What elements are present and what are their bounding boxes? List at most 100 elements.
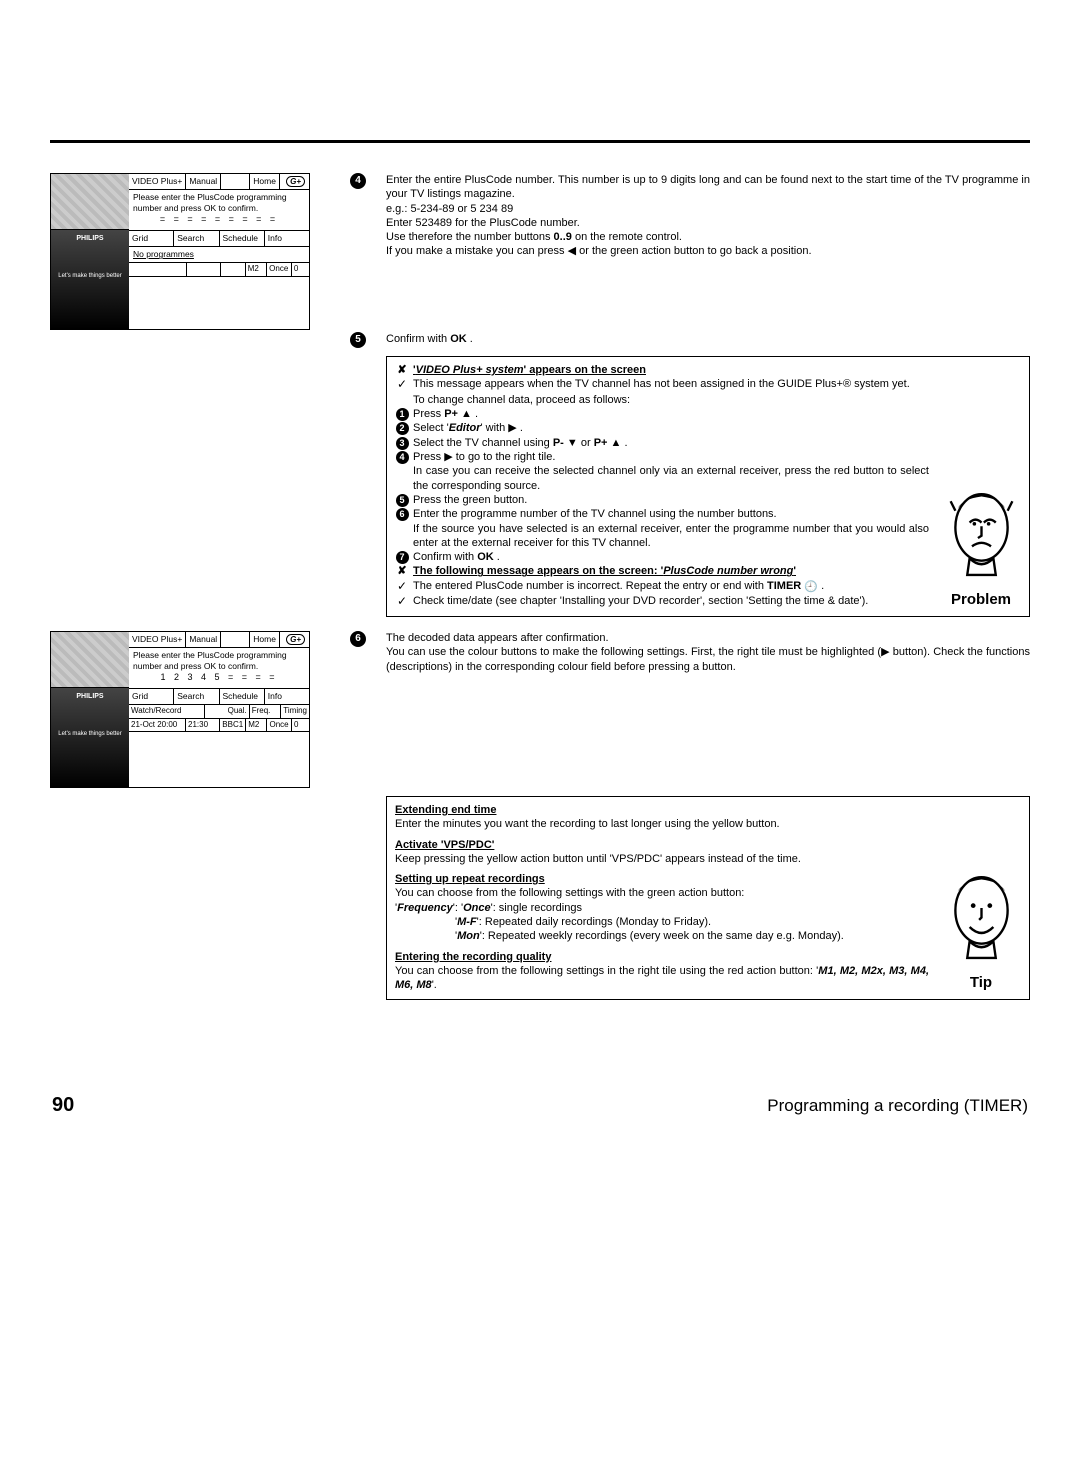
- osd-cell: M2: [246, 719, 267, 731]
- problem-msg: This message appears when the TV channel…: [413, 377, 929, 391]
- osd-ad-panel: PHILIPS Let's make things better: [51, 230, 129, 329]
- guideplus-logo: G+: [286, 634, 305, 645]
- step4-mistake: If you make a mistake you can press ◀ or…: [386, 244, 1030, 258]
- guideplus-logo: G+: [286, 176, 305, 187]
- osd-hdr: Timing: [281, 705, 309, 717]
- check-icon: ✓: [395, 594, 409, 610]
- osd-tab: Search: [174, 689, 219, 704]
- substep-5-text: Press the green button.: [413, 493, 929, 507]
- osd-tab: Info: [265, 231, 309, 246]
- osd-screenshot-2: PHILIPS Let's make things better VIDEO P…: [50, 631, 310, 788]
- step-number-6: 6: [350, 631, 366, 647]
- substep-7: 7: [396, 551, 409, 564]
- brand-label: PHILIPS: [53, 692, 127, 701]
- osd-screenshot-1: PHILIPS Let's make things better VIDEO P…: [50, 173, 310, 330]
- brand-slogan: Let's make things better: [53, 731, 127, 739]
- osd-hdr: Freq.: [250, 705, 282, 717]
- osd-entry-field: 1 2 3 4 5 = = = =: [133, 672, 305, 686]
- substep-4: 4: [396, 451, 409, 464]
- step6-text-a: The decoded data appears after confirmat…: [386, 631, 1030, 645]
- substep-7-text: Confirm with OK .: [413, 550, 929, 564]
- arrow-right-icon: ▶: [508, 422, 516, 434]
- problem-title2: The following message appears on the scr…: [413, 564, 929, 578]
- problem-checktime: Check time/date (see chapter 'Installing…: [413, 594, 929, 608]
- osd-preview-image: [51, 174, 129, 230]
- tip-frequency-mf: 'M-F': Repeated daily recordings (Monday…: [395, 915, 929, 929]
- osd-hdr: Qual.: [205, 705, 250, 717]
- osd-cell: BBC1: [220, 719, 246, 731]
- tip-heading: Activate 'VPS/PDC': [395, 839, 494, 851]
- substep-1: 1: [396, 408, 409, 421]
- osd-tab: VIDEO Plus+: [129, 632, 186, 647]
- arrow-up-icon: ▲: [458, 408, 472, 420]
- osd-no-programmes: No programmes: [129, 247, 309, 263]
- osd-tab-home: Home: [250, 632, 280, 647]
- osd-prompt: Please enter the PlusCode programming nu…: [133, 192, 287, 213]
- substep-5: 5: [396, 494, 409, 507]
- cross-icon: ✘: [395, 564, 409, 578]
- arrow-down-icon: ▼: [564, 437, 578, 449]
- step4-eg: e.g.: 5-234-89 or 5 234 89: [386, 202, 1030, 216]
- cross-icon: ✘: [395, 363, 409, 377]
- problem-title: 'VIDEO Plus+ system' appears on the scre…: [413, 363, 929, 377]
- osd-tab-home: Home: [250, 174, 280, 189]
- tip-text: You can choose from the following settin…: [395, 886, 929, 900]
- tip-text: Enter the minutes you want the recording…: [395, 817, 929, 831]
- tip-text: Keep pressing the yellow action button u…: [395, 852, 929, 866]
- step4-enter: Enter 523489 for the PlusCode number.: [386, 216, 1030, 230]
- tip-text: You can choose from the following settin…: [395, 964, 929, 993]
- substep-1-text: Press P+ ▲ .: [413, 407, 929, 421]
- osd-tab: Manual: [186, 174, 221, 189]
- osd-cell: 0: [292, 719, 309, 731]
- osd-tab: Schedule: [220, 689, 265, 704]
- osd-tab: VIDEO Plus+: [129, 174, 186, 189]
- step-number-4: 4: [350, 173, 366, 189]
- osd-tab: Grid: [129, 689, 174, 704]
- problem-wrongcode: The entered PlusCode number is incorrect…: [413, 579, 929, 594]
- tip-frequency-mon: 'Mon': Repeated weekly recordings (every…: [395, 929, 929, 943]
- page-title: Programming a recording (TIMER): [767, 1095, 1028, 1117]
- osd-cell: M2: [246, 263, 267, 275]
- osd-hdr: Watch/Record: [129, 705, 205, 717]
- substep-6-text: Enter the programme number of the TV cha…: [413, 507, 929, 521]
- tip-face-icon: [944, 870, 1019, 965]
- substep-6: 6: [396, 508, 409, 521]
- arrow-right-icon: ▶: [444, 451, 452, 463]
- substep-3: 3: [396, 437, 409, 450]
- osd-cell: 21:30: [186, 719, 220, 731]
- clock-icon: 🕘: [804, 581, 818, 593]
- osd-tab: Manual: [186, 632, 221, 647]
- arrow-up-icon: ▲: [607, 437, 621, 449]
- problem-msg2: To change channel data, proceed as follo…: [413, 393, 929, 407]
- osd-preview-image: [51, 632, 129, 688]
- brand-label: PHILIPS: [53, 234, 127, 243]
- substep-3-text: Select the TV channel using P- ▼ or P+ ▲…: [413, 436, 929, 450]
- step-number-5: 5: [350, 332, 366, 348]
- arrow-left-icon: ◀: [568, 245, 576, 257]
- arrow-right-icon: ▶: [881, 646, 890, 658]
- osd-ad-panel: PHILIPS Let's make things better: [51, 688, 129, 787]
- page-number: 90: [52, 1092, 74, 1118]
- tip-label: Tip: [941, 973, 1021, 993]
- problem-label: Problem: [941, 590, 1021, 610]
- osd-cell: 21-Oct 20:00: [129, 719, 186, 731]
- substep-2: 2: [396, 422, 409, 435]
- substep-4-text: Press ▶ to go to the right tile.: [413, 450, 929, 464]
- brand-slogan: Let's make things better: [53, 273, 127, 281]
- tip-frequency-once: 'Frequency': 'Once': single recordings: [395, 901, 929, 915]
- step5-text: Confirm with OK .: [386, 333, 473, 345]
- step4-text: Enter the entire PlusCode number. This n…: [386, 173, 1030, 202]
- osd-cell: Once: [267, 719, 292, 731]
- header-rule: [50, 140, 1030, 143]
- osd-cell: 0: [292, 263, 309, 275]
- check-icon: ✓: [395, 377, 409, 393]
- tip-heading: Entering the recording quality: [395, 951, 551, 963]
- substep-4-note: In case you can receive the selected cha…: [413, 464, 929, 493]
- tip-heading: Setting up repeat recordings: [395, 873, 545, 885]
- problem-box: ✘ 'VIDEO Plus+ system' appears on the sc…: [386, 356, 1030, 617]
- substep-2-text: Select 'Editor' with ▶ .: [413, 421, 929, 435]
- tip-box: Extending end time Enter the minutes you…: [386, 796, 1030, 1000]
- step4-usebuttons: Use therefore the number buttons 0..9 on…: [386, 230, 1030, 244]
- tip-heading: Extending end time: [395, 804, 496, 816]
- osd-tab: Schedule: [220, 231, 265, 246]
